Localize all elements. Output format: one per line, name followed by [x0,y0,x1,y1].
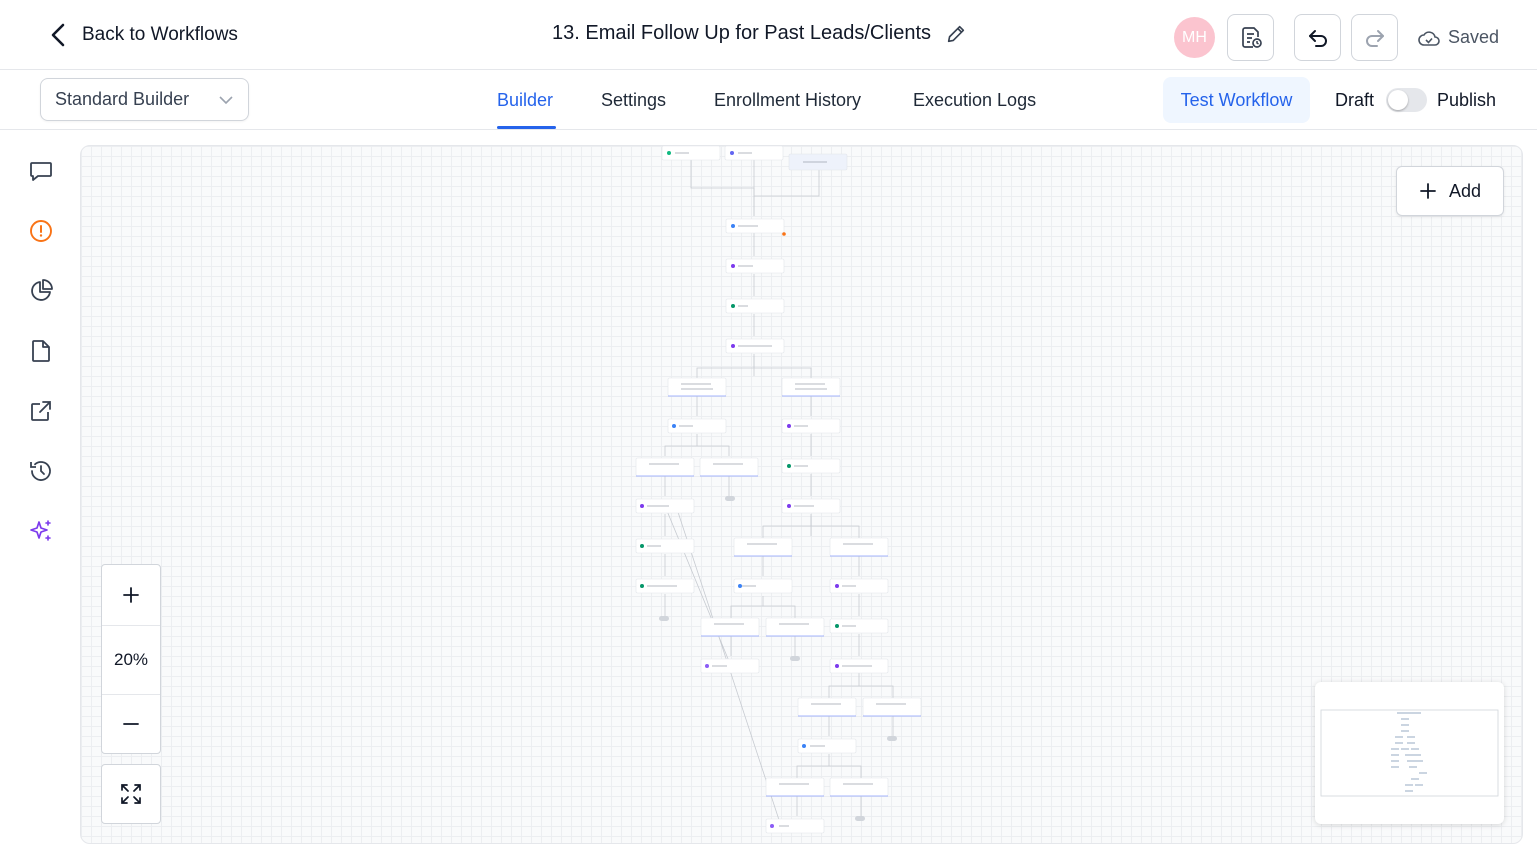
workflow-notes-button[interactable] [1227,14,1274,61]
history-icon[interactable] [28,458,54,484]
tab-settings[interactable]: Settings [601,90,666,111]
test-workflow-button[interactable]: Test Workflow [1163,77,1310,123]
add-button[interactable]: Add [1396,166,1504,216]
tab-enrollment-history[interactable]: Enrollment History [714,90,861,111]
chevron-left-icon [51,23,65,47]
builder-select[interactable]: Standard Builder [40,78,249,121]
back-label: Back to Workflows [82,24,238,45]
plus-icon [1420,183,1436,199]
file-icon[interactable] [28,338,54,364]
undo-button[interactable] [1294,14,1341,61]
add-label: Add [1448,180,1482,201]
workflow-title: 13. Email Follow Up for Past Leads/Clien… [552,22,967,45]
saved-status: Saved [1418,27,1499,48]
zoom-out-button[interactable] [102,695,160,753]
document-clock-icon [1241,26,1262,48]
minimap[interactable] [1315,682,1504,824]
active-tab-indicator [497,126,556,129]
zoom-level: 20% [102,625,160,695]
workflow-diagram [635,146,922,834]
sparkle-icon[interactable] [28,518,54,544]
fit-view-button[interactable] [101,764,161,824]
builder-select-value: Standard Builder [55,89,190,109]
zoom-in-button[interactable] [102,565,160,625]
avatar[interactable]: MH [1174,17,1215,58]
cloud-check-icon [1418,30,1440,46]
minus-icon [123,723,139,725]
workflow-canvas[interactable]: Add 20% [80,145,1523,844]
saved-label: Saved [1448,27,1500,47]
publish-toggle[interactable] [1386,88,1427,112]
top-bar: Back to Workflows 13. Email Follow Up fo… [0,0,1537,70]
external-link-icon[interactable] [28,398,54,424]
redo-icon [1365,29,1384,47]
alert-icon[interactable] [28,218,54,244]
workflow-title-text: 13. Email Follow Up for Past Leads/Clien… [552,22,932,44]
tab-builder[interactable]: Builder [497,90,553,111]
sub-bar: Standard Builder Builder Settings Enroll… [0,70,1537,130]
plus-icon [123,587,139,603]
back-to-workflows-link[interactable]: Back to Workflows [48,22,238,48]
pie-chart-icon[interactable] [28,278,54,304]
undo-icon [1308,29,1327,47]
pencil-icon[interactable] [945,23,967,45]
zoom-controls: 20% [101,564,161,754]
publish-label: Publish [1437,90,1497,110]
minimap-preview [1320,709,1499,797]
draft-label: Draft [1335,90,1375,110]
tab-execution-logs[interactable]: Execution Logs [913,90,1036,111]
redo-button[interactable] [1351,14,1398,61]
expand-icon [121,784,141,804]
chevron-down-icon [219,95,233,104]
chat-icon[interactable] [28,158,54,184]
